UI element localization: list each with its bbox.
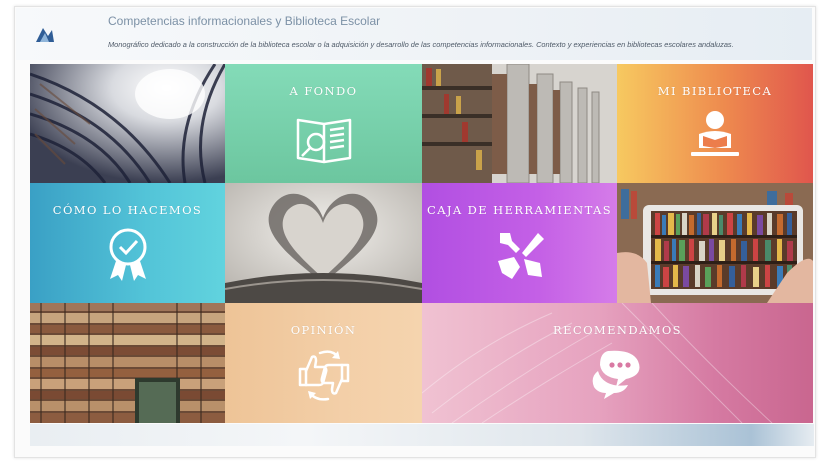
como-lo-hacemos-label: CÓMO LO HACEMOS — [52, 203, 203, 217]
a-fondo-label: A FONDO — [289, 84, 358, 98]
page-subtitle: Monográfico dedicado a la construcción d… — [108, 40, 734, 49]
mi-biblioteca-label: MI BIBLIOTECA — [657, 84, 773, 98]
opinion-label: OPINIÓN — [290, 323, 357, 337]
logo-icon — [36, 28, 54, 42]
caja-de-herramientas-label: CAJA DE HERRAMIENTAS — [427, 203, 612, 217]
page-title[interactable]: Competencias informacionales y Bibliotec… — [108, 14, 380, 28]
library-stacks-image — [422, 64, 617, 183]
thumbs-up-down-icon — [298, 350, 349, 401]
recomendamos-tile[interactable]: RECOMENDAMOS — [422, 303, 813, 423]
heart-book-pages-photo[interactable] — [225, 183, 422, 303]
opinion-tile[interactable]: OPINIÓN — [225, 303, 422, 423]
recomendamos-label: RECOMENDAMOS — [553, 323, 682, 337]
book-magnifier-icon — [296, 118, 351, 164]
library-rotunda-image — [30, 64, 225, 183]
caja-de-herramientas-tile[interactable]: CAJA DE HERRAMIENTAS — [422, 183, 617, 303]
como-lo-hacemos-tile[interactable]: CÓMO LO HACEMOS — [30, 183, 225, 303]
reader-icon — [691, 111, 739, 156]
a-fondo-tile[interactable]: A FONDO — [225, 64, 422, 183]
mi-biblioteca-tile[interactable]: MI BIBLIOTECA — [617, 64, 813, 183]
tablet-bookshelf-image — [617, 183, 813, 303]
site-logo[interactable] — [34, 22, 90, 44]
chat-bubbles-icon — [592, 350, 639, 399]
award-badge-icon — [109, 228, 146, 281]
tools-icon — [497, 233, 544, 279]
library-stacks-photo[interactable] — [422, 64, 617, 183]
footer-decorative-strip — [30, 424, 814, 446]
header: Competencias informacionales y Bibliotec… — [16, 8, 812, 60]
heart-book-pages-image — [225, 183, 422, 303]
tablet-bookshelf-photo[interactable] — [617, 183, 813, 303]
stacked-books-photo[interactable] — [30, 303, 225, 423]
library-rotunda-photo[interactable] — [30, 64, 225, 183]
stacked-books-image — [30, 303, 225, 423]
